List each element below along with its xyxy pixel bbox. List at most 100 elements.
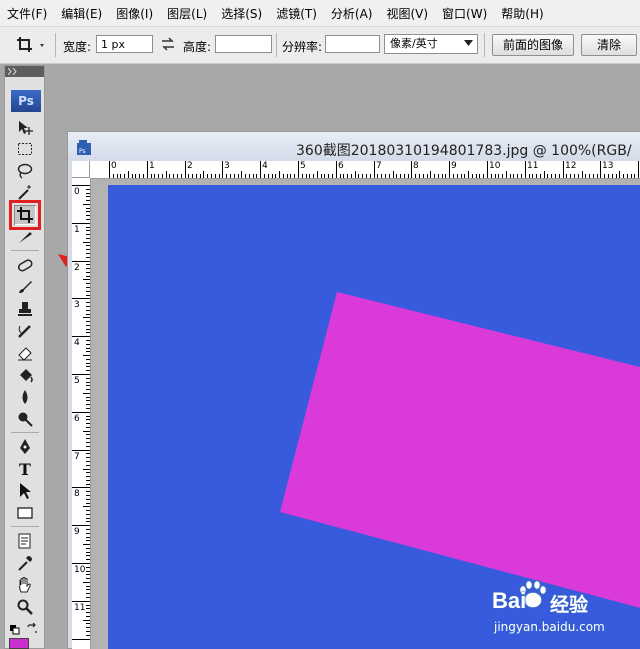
blur-icon[interactable] [14,387,36,407]
swap-icon[interactable] [160,37,176,51]
shape-icon[interactable] [14,503,36,523]
clear-button[interactable]: 清除 [581,34,637,56]
document-title: 360截图20180310194801783.jpg @ 100%(RGB/ [296,143,632,159]
ruler-tick [631,174,632,178]
ruler-tick [143,174,144,178]
ruler-label: 8 [74,489,80,499]
ruler-tick [139,174,140,178]
ruler-tick [464,174,465,178]
menu-item[interactable]: 图像(I) [109,5,160,22]
resolution-unit-value: 像素/英寸 [390,37,438,50]
paint-bucket-icon[interactable] [14,365,36,385]
menu-item[interactable]: 文件(F) [0,5,54,22]
horizontal-ruler[interactable]: 0 1 2 3 4 5 6 7 8 9 10 11 12 13 [90,161,640,179]
hand-icon[interactable] [14,575,36,595]
width-field[interactable]: 1 px [96,35,153,53]
resolution-unit-select[interactable]: 像素/英寸 [384,34,478,54]
ruler-tick [83,469,90,470]
ruler-tick [619,171,620,178]
menu-item[interactable]: 帮助(H) [494,5,550,22]
stamp-icon[interactable] [14,299,36,319]
document-title-bar[interactable]: Ps 360截图20180310194801783.jpg @ 100%(RGB… [68,132,640,162]
ruler-tick [86,314,90,315]
ruler-tick [188,174,189,178]
history-brush-icon[interactable] [14,321,36,341]
tools-panel-header[interactable] [5,66,44,77]
vertical-ruler[interactable]: 0 1 2 3 4 5 6 7 8 9 10 11 [72,178,91,649]
ruler-tick [400,174,401,178]
tool-separator [11,432,39,433]
swap-colors-icon[interactable] [26,622,38,635]
healing-brush-icon[interactable] [14,255,36,275]
ruler-tick [86,427,90,428]
ruler-tick [86,268,90,269]
ruler-tick [86,325,90,326]
move-icon[interactable] [14,118,36,138]
ruler-label: 4 [262,161,268,171]
ruler-tick [600,161,601,178]
menu-item[interactable]: 分析(A) [324,5,380,22]
ruler-origin[interactable] [72,161,90,178]
ruler-tick [72,639,90,640]
menu-item[interactable]: 编辑(E) [54,5,109,22]
ruler-tick [502,174,503,178]
ruler-tick [253,174,254,178]
ruler-tick [86,257,90,258]
front-image-button[interactable]: 前面的图像 [492,34,574,56]
menu-item[interactable]: 视图(V) [379,5,435,22]
ruler-tick [86,635,90,636]
svg-text:Ps: Ps [79,148,86,155]
ruler-tick [72,336,90,337]
eraser-icon[interactable] [14,343,36,363]
options-bar: 宽度: 1 px 高度: 分辨率: 像素/英寸 前面的图像 清除 [0,27,640,64]
menu-item[interactable]: 图层(L) [160,5,214,22]
eyedropper-icon[interactable] [14,553,36,573]
menu-item[interactable]: 滤镜(T) [269,5,324,22]
marquee-icon[interactable] [14,139,36,159]
resolution-field[interactable] [325,35,380,53]
ruler-tick [517,174,518,178]
ruler-tick [86,548,90,549]
dodge-icon[interactable] [14,409,36,429]
ruler-tick [86,593,90,594]
menu-item[interactable]: 窗口(W) [435,5,494,22]
slice-icon[interactable] [14,227,36,247]
crop-preset-icon[interactable] [14,34,50,56]
menu-item[interactable]: 选择(S) [214,5,269,22]
ruler-tick [124,174,125,178]
ruler-label: 2 [74,263,80,273]
path-select-icon[interactable] [14,481,36,501]
notes-icon[interactable] [14,531,36,551]
ruler-tick [532,174,533,178]
ruler-tick [86,340,90,341]
pen-icon[interactable] [14,437,36,457]
ruler-tick [83,544,90,545]
ruler-tick [461,174,462,178]
ruler-tick [86,442,90,443]
ruler-tick [86,189,90,190]
ruler-tick [147,161,148,178]
brush-icon[interactable] [14,277,36,297]
ruler-tick [287,174,288,178]
ruler-tick [86,382,90,383]
ruler-tick [86,408,90,409]
ruler-tick [86,219,90,220]
ruler-tick [634,174,635,178]
ruler-tick [328,174,329,178]
ruler-tick [427,174,428,178]
lasso-icon[interactable] [14,161,36,181]
ruler-tick [86,631,90,632]
ruler-tick [86,495,90,496]
ruler-tick [86,234,90,235]
ruler-tick [86,329,90,330]
foreground-color-swatch[interactable] [9,638,29,649]
default-colors-icon[interactable] [10,624,20,635]
ruler-tick [86,332,90,333]
type-icon[interactable]: T [14,459,36,479]
zoom-icon[interactable] [14,597,36,617]
ruler-tick [86,196,90,197]
ruler-tick [476,174,477,178]
ruler-tick [86,363,90,364]
ruler-tick [627,174,628,178]
height-field[interactable] [215,35,272,53]
